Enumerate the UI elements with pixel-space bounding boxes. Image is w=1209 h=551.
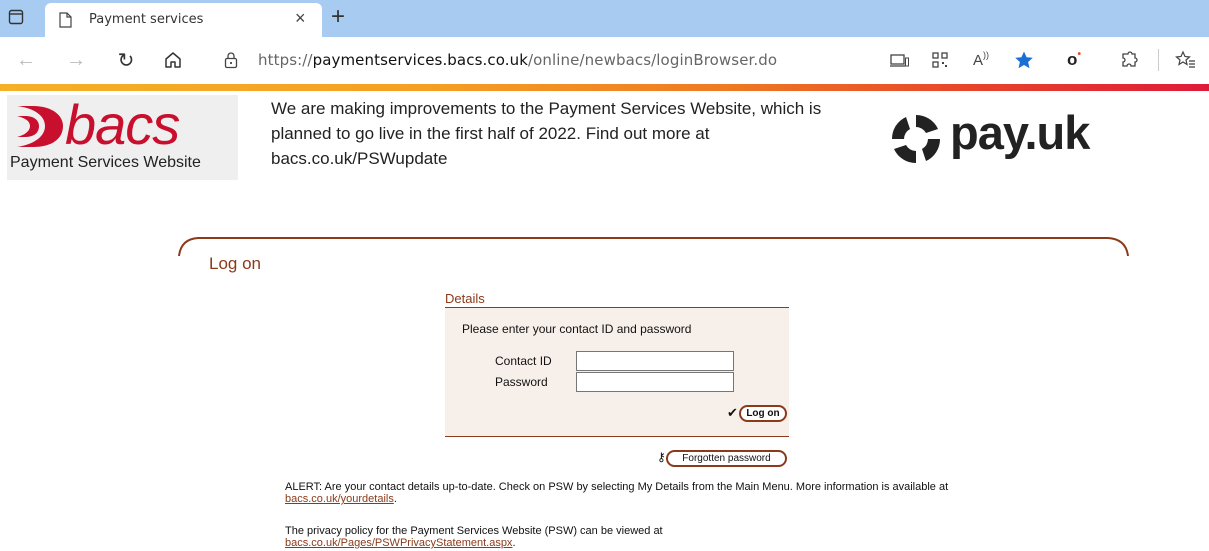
page-icon	[59, 12, 72, 28]
tab-actions-icon[interactable]	[8, 9, 24, 25]
logon-button[interactable]: Log on	[739, 405, 787, 422]
forgotten-password-label: Forgotten password	[682, 453, 771, 464]
navigation-bar: ← → ↻ https://paymentservices.bacs.co.uk…	[0, 37, 1209, 84]
refresh-icon[interactable]: ↻	[114, 48, 138, 72]
browser-tab[interactable]: Payment services ×	[45, 3, 322, 37]
tab-title: Payment services	[89, 12, 204, 27]
home-icon[interactable]	[162, 49, 184, 71]
bacs-logo-text: bacs	[65, 93, 180, 156]
qr-code-icon[interactable]	[929, 49, 951, 71]
close-tab-icon[interactable]: ×	[295, 8, 306, 29]
alert-text: ALERT: Are your contact details up-to-da…	[285, 481, 949, 493]
your-details-link[interactable]: bacs.co.uk/yourdetails	[285, 493, 394, 505]
privacy-text: The privacy policy for the Payment Servi…	[285, 525, 663, 537]
new-tab-icon[interactable]: +	[331, 3, 345, 31]
payuk-logo-text: pay.uk	[950, 106, 1090, 159]
extensions-icon[interactable]	[1118, 49, 1140, 71]
contact-id-label: Contact ID	[495, 354, 552, 368]
payuk-mark-icon	[891, 114, 941, 164]
logon-button-label: Log on	[746, 408, 780, 419]
checkmark-icon: ✔	[727, 405, 738, 420]
privacy-notice: The privacy policy for the Payment Servi…	[285, 525, 965, 549]
logo-subtitle: Payment Services Website	[10, 154, 201, 171]
section-divider-arc	[178, 237, 1129, 256]
alert-notice: ALERT: Are your contact details up-to-da…	[285, 481, 965, 505]
bacs-mark-icon	[17, 106, 63, 147]
favorite-star-icon[interactable]	[1013, 49, 1035, 71]
back-icon[interactable]: ←	[14, 48, 38, 72]
announcement-text: We are making improvements to the Paymen…	[271, 99, 822, 168]
privacy-statement-link[interactable]: bacs.co.uk/Pages/PSWPrivacyStatement.asp…	[285, 537, 512, 549]
brand-stripe	[0, 84, 1209, 91]
office-extension-icon[interactable]: o •	[1063, 49, 1085, 71]
alert-suffix: .	[393, 493, 397, 505]
tab-bar: Payment services × +	[0, 0, 1209, 37]
details-heading: Details	[445, 291, 485, 306]
lock-icon[interactable]	[224, 51, 238, 69]
read-aloud-icon[interactable]: A))	[970, 49, 992, 71]
url-host: paymentservices.bacs.co.uk	[312, 51, 528, 69]
address-bar[interactable]: https://paymentservices.bacs.co.uk/onlin…	[258, 51, 777, 69]
login-form: Please enter your contact ID and passwor…	[445, 307, 789, 437]
instruction-text: Please enter your contact ID and passwor…	[462, 322, 692, 336]
forgotten-password-button[interactable]: Forgotten password	[666, 450, 787, 467]
password-label: Password	[495, 375, 548, 389]
password-input[interactable]	[576, 372, 734, 392]
privacy-suffix: .	[512, 537, 516, 549]
key-icon: ⚷	[657, 450, 666, 464]
page-title: Log on	[209, 254, 261, 273]
bacs-logo[interactable]: bacs Payment Services Website	[7, 95, 238, 180]
favorites-list-icon[interactable]	[1175, 49, 1197, 71]
contact-id-input[interactable]	[576, 351, 734, 371]
app-available-icon[interactable]	[888, 49, 910, 71]
toolbar-separator	[1158, 49, 1159, 71]
url-prefix: https://	[258, 51, 313, 69]
url-path: /online/newbacs/loginBrowser.do	[527, 51, 778, 69]
forward-icon[interactable]: →	[64, 48, 88, 72]
